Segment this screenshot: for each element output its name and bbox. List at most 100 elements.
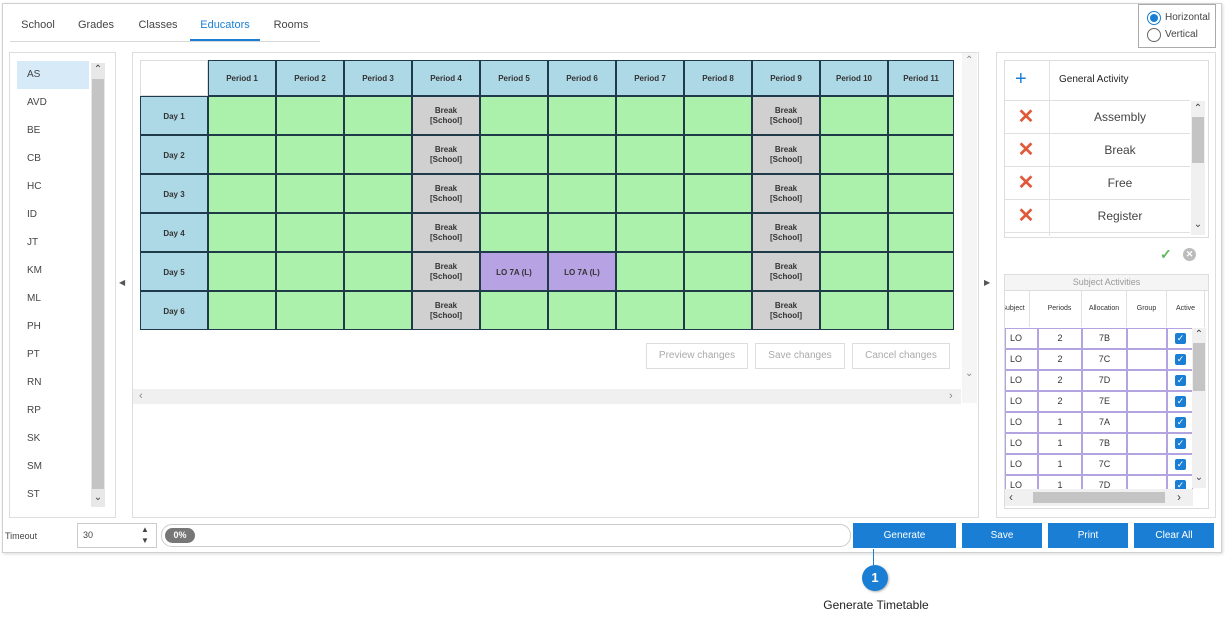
save-button[interactable]: Save [962, 523, 1042, 548]
collapse-left-icon[interactable]: ◀ [119, 278, 125, 287]
educator-item[interactable]: JT [17, 229, 89, 257]
vertical-radio[interactable] [1147, 28, 1161, 42]
subject-scroll-thumb[interactable] [1193, 343, 1205, 391]
empty-slot[interactable] [548, 213, 616, 252]
empty-slot[interactable] [208, 213, 276, 252]
active-checkbox[interactable]: ✓ [1175, 417, 1186, 428]
empty-slot[interactable] [344, 291, 412, 330]
empty-slot[interactable] [616, 252, 684, 291]
empty-slot[interactable] [820, 135, 888, 174]
educator-item[interactable]: RN [17, 369, 89, 397]
educator-item[interactable]: ST [17, 481, 89, 509]
empty-slot[interactable] [276, 252, 344, 291]
educator-item[interactable]: BE [17, 117, 89, 145]
lesson-cell[interactable]: LO 7A (L) [548, 252, 616, 291]
empty-slot[interactable] [208, 174, 276, 213]
active-checkbox[interactable]: ✓ [1175, 333, 1186, 344]
empty-slot[interactable] [684, 174, 752, 213]
empty-slot[interactable] [888, 213, 954, 252]
empty-slot[interactable] [684, 96, 752, 135]
active-checkbox[interactable]: ✓ [1175, 396, 1186, 407]
timeout-stepper[interactable]: 30 ▲ ▼ [77, 523, 157, 548]
empty-slot[interactable] [344, 213, 412, 252]
grid-scroll-down-icon[interactable]: ⌄ [965, 368, 973, 379]
activity-scroll-down-icon[interactable]: ⌄ [1192, 219, 1204, 231]
grid-vertical-scrollbar[interactable]: ⌃ ⌄ [962, 53, 977, 403]
empty-slot[interactable] [684, 291, 752, 330]
generate-button[interactable]: Generate [853, 523, 956, 548]
educator-item[interactable]: ID [17, 201, 89, 229]
empty-slot[interactable] [684, 213, 752, 252]
break-cell[interactable]: Break [School] [752, 291, 820, 330]
save-changes-button[interactable]: Save changes [755, 343, 845, 369]
break-cell[interactable]: Break [School] [412, 291, 480, 330]
empty-slot[interactable] [208, 96, 276, 135]
empty-slot[interactable] [820, 96, 888, 135]
break-cell[interactable]: Break [School] [412, 174, 480, 213]
educator-item[interactable]: HC [17, 173, 89, 201]
empty-slot[interactable] [480, 213, 548, 252]
add-activity-icon[interactable]: + [1015, 67, 1027, 91]
break-cell[interactable]: Break [School] [752, 252, 820, 291]
scroll-right-icon[interactable]: › [949, 390, 953, 402]
empty-slot[interactable] [344, 96, 412, 135]
empty-slot[interactable] [548, 135, 616, 174]
tab-grades[interactable]: Grades [68, 10, 124, 40]
collapse-right-icon[interactable]: ▶ [984, 278, 990, 287]
break-cell[interactable]: Break [School] [412, 213, 480, 252]
group-cell[interactable] [1127, 370, 1167, 391]
tab-educators[interactable]: Educators [190, 10, 260, 41]
tab-rooms[interactable]: Rooms [264, 10, 318, 40]
grid-scroll-up-icon[interactable]: ⌃ [965, 55, 973, 66]
active-checkbox[interactable]: ✓ [1175, 438, 1186, 449]
cancel-circle-icon[interactable]: ✕ [1183, 248, 1196, 261]
active-checkbox[interactable]: ✓ [1175, 375, 1186, 386]
empty-slot[interactable] [208, 291, 276, 330]
empty-slot[interactable] [480, 291, 548, 330]
group-cell[interactable] [1127, 412, 1167, 433]
empty-slot[interactable] [344, 135, 412, 174]
educator-item[interactable]: SM [17, 453, 89, 481]
break-cell[interactable]: Break [School] [412, 96, 480, 135]
empty-slot[interactable] [276, 174, 344, 213]
clear-all-button[interactable]: Clear All [1134, 523, 1214, 548]
break-cell[interactable]: Break [School] [752, 96, 820, 135]
increment-icon[interactable]: ▲ [141, 525, 149, 534]
empty-slot[interactable] [480, 96, 548, 135]
break-cell[interactable]: Break [School] [412, 252, 480, 291]
empty-slot[interactable] [480, 135, 548, 174]
subject-scroll-down-icon[interactable]: ⌄ [1193, 472, 1205, 484]
empty-slot[interactable] [344, 174, 412, 213]
cancel-changes-button[interactable]: Cancel changes [852, 343, 950, 369]
break-cell[interactable]: Break [School] [412, 135, 480, 174]
educator-item[interactable]: AVD [17, 89, 89, 117]
subject-scroll-left-icon[interactable]: ‹ [1009, 490, 1013, 504]
empty-slot[interactable] [276, 135, 344, 174]
educator-item[interactable]: PT [17, 341, 89, 369]
educator-scrollbar[interactable]: ⌃ ⌄ [91, 63, 105, 507]
subject-hscrollbar[interactable]: ‹ › [1005, 489, 1193, 506]
empty-slot[interactable] [276, 96, 344, 135]
empty-slot[interactable] [276, 213, 344, 252]
subject-scroll-right-icon[interactable]: › [1177, 490, 1181, 504]
empty-slot[interactable] [208, 252, 276, 291]
print-button[interactable]: Print [1048, 523, 1128, 548]
empty-slot[interactable] [548, 174, 616, 213]
empty-slot[interactable] [820, 213, 888, 252]
empty-slot[interactable] [888, 135, 954, 174]
empty-slot[interactable] [684, 135, 752, 174]
decrement-icon[interactable]: ▼ [141, 536, 149, 545]
group-cell[interactable] [1127, 433, 1167, 454]
educator-item[interactable]: RP [17, 397, 89, 425]
break-cell[interactable]: Break [School] [752, 135, 820, 174]
group-cell[interactable] [1127, 328, 1167, 349]
educator-item[interactable]: ML [17, 285, 89, 313]
educator-item[interactable]: AS [17, 61, 89, 89]
empty-slot[interactable] [616, 96, 684, 135]
empty-slot[interactable] [888, 291, 954, 330]
confirm-check-icon[interactable]: ✓ [1160, 246, 1172, 263]
empty-slot[interactable] [276, 291, 344, 330]
subject-scrollbar[interactable]: ⌃ ⌄ [1192, 328, 1206, 488]
empty-slot[interactable] [548, 291, 616, 330]
scroll-down-icon[interactable]: ⌄ [92, 492, 104, 504]
